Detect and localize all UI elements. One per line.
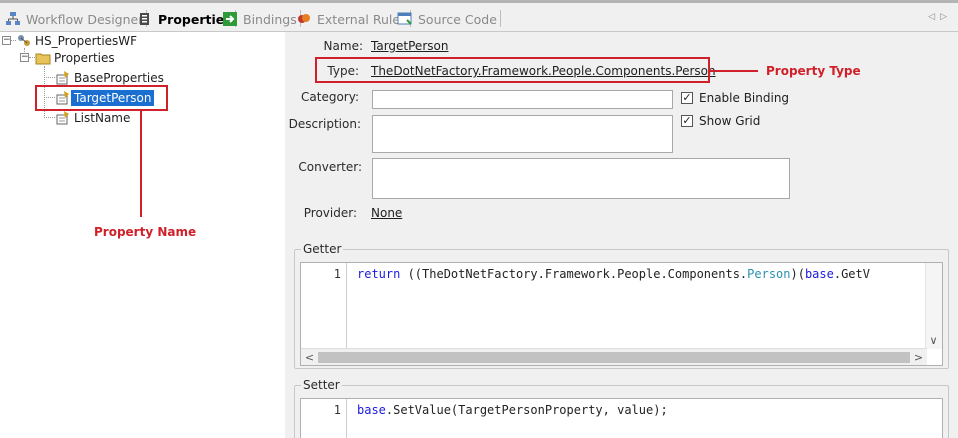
enable-binding-checkbox[interactable]: ✓ Enable Binding xyxy=(681,91,789,105)
provider-value-link[interactable]: None xyxy=(371,206,402,220)
code-keyword: base xyxy=(804,267,834,281)
property-type-highlight xyxy=(315,57,710,83)
folder-expander[interactable]: − xyxy=(20,53,29,62)
property-editor-pane: Name: TargetPerson Type: TheDotNetFactor… xyxy=(285,32,958,438)
rules-icon xyxy=(296,11,312,27)
tree-node-root[interactable]: HS_PropertiesWF xyxy=(16,32,140,50)
tab-properties[interactable]: Properties xyxy=(137,8,236,30)
getter-horizontal-scrollbar[interactable]: < > xyxy=(301,348,927,365)
show-grid-check-icon[interactable]: ✓ xyxy=(681,115,693,127)
tab-scroll-arrows[interactable]: ◁▷ xyxy=(928,12,952,22)
enable-binding-check-icon[interactable]: ✓ xyxy=(681,92,693,104)
category-label: Category: xyxy=(301,90,359,104)
code-keyword: return xyxy=(357,267,401,281)
tree-node-label: Properties xyxy=(54,51,115,65)
setter-line-number: 1 xyxy=(301,399,347,438)
tab-scroll-left-icon[interactable]: ◁ xyxy=(928,12,940,22)
provider-label: Provider: xyxy=(303,206,357,220)
name-label: Name: xyxy=(323,39,363,53)
code-text: )( xyxy=(790,267,805,281)
description-label: Description: xyxy=(288,117,361,131)
tree-node-label: HS_PropertiesWF xyxy=(35,34,138,48)
converter-label: Converter: xyxy=(298,160,362,174)
folder-icon xyxy=(35,50,51,66)
code-text: .GetV xyxy=(833,267,870,281)
tab-label: Bindings xyxy=(243,11,297,27)
show-grid-label: Show Grid xyxy=(699,114,761,128)
root-expander[interactable]: − xyxy=(2,36,11,45)
name-value[interactable]: TargetPerson xyxy=(371,39,448,53)
tab-scroll-right-icon[interactable]: ▷ xyxy=(940,12,952,22)
properties-icon xyxy=(137,11,153,27)
getter-title: Getter xyxy=(301,242,344,256)
tab-source-code[interactable]: Source Code xyxy=(397,8,501,30)
code-text: .SetValue(TargetPersonProperty, value); xyxy=(385,403,668,417)
tab-workflow-designer[interactable]: Workflow Designer xyxy=(5,8,148,30)
property-name-annotation: Property Name xyxy=(94,225,197,239)
designer-tab-bar: Workflow Designer Properties Bindings Ex… xyxy=(0,0,958,32)
tab-separator xyxy=(499,10,501,27)
tab-label: Source Code xyxy=(418,11,497,27)
property-name-callout-line xyxy=(140,111,142,217)
tree-line xyxy=(44,77,55,78)
bindings-icon xyxy=(222,11,238,27)
tree-node-label: ListName xyxy=(74,111,131,125)
setter-code-line[interactable]: base.SetValue(TargetPersonProperty, valu… xyxy=(357,403,668,417)
property-type-callout-line xyxy=(710,70,758,72)
code-type: Person xyxy=(747,267,791,281)
scroll-down-icon[interactable]: ∨ xyxy=(926,333,941,348)
property-type-annotation: Property Type xyxy=(766,64,861,78)
source-code-icon xyxy=(397,11,413,27)
property-icon xyxy=(55,110,71,126)
getter-code-editor[interactable]: 1 return ((TheDotNetFactory.Framework.Pe… xyxy=(300,262,943,366)
show-grid-checkbox[interactable]: ✓ Show Grid xyxy=(681,114,760,128)
property-name-highlight xyxy=(35,85,168,111)
tab-label: Properties xyxy=(158,11,232,27)
workflow-node-icon xyxy=(16,33,32,49)
setter-title: Setter xyxy=(301,378,342,392)
scroll-left-icon[interactable]: < xyxy=(302,350,317,365)
scrollbar-thumb[interactable] xyxy=(318,352,910,363)
code-keyword: base xyxy=(357,403,386,417)
converter-input[interactable] xyxy=(372,158,790,199)
enable-binding-label: Enable Binding xyxy=(699,91,790,105)
tree-node-label: BaseProperties xyxy=(74,71,164,85)
tree-node-properties-folder[interactable]: Properties xyxy=(35,49,118,67)
tree-node-listname[interactable]: ListName xyxy=(55,109,133,127)
getter-code-line[interactable]: return ((TheDotNetFactory.Framework.Peop… xyxy=(357,267,870,281)
description-input[interactable] xyxy=(372,115,673,153)
workflow-icon xyxy=(5,11,21,27)
scroll-right-icon[interactable]: > xyxy=(911,350,926,365)
tab-label: External Rules xyxy=(317,11,407,27)
getter-group: Getter 1 return ((TheDotNetFactory.Frame… xyxy=(294,242,949,369)
tab-bindings[interactable]: Bindings xyxy=(222,8,301,30)
tree-line xyxy=(44,117,55,118)
setter-code-editor[interactable]: 1 base.SetValue(TargetPersonProperty, va… xyxy=(300,398,943,438)
property-icon xyxy=(55,70,71,86)
code-text: ((TheDotNetFactory.Framework.People.Comp… xyxy=(400,267,748,281)
tab-external-rules[interactable]: External Rules xyxy=(296,8,411,30)
category-input[interactable] xyxy=(372,90,673,109)
setter-group: Setter 1 base.SetValue(TargetPersonPrope… xyxy=(294,378,949,438)
tab-label: Workflow Designer xyxy=(26,11,144,27)
getter-vertical-scrollbar[interactable]: ∨ xyxy=(925,263,942,349)
